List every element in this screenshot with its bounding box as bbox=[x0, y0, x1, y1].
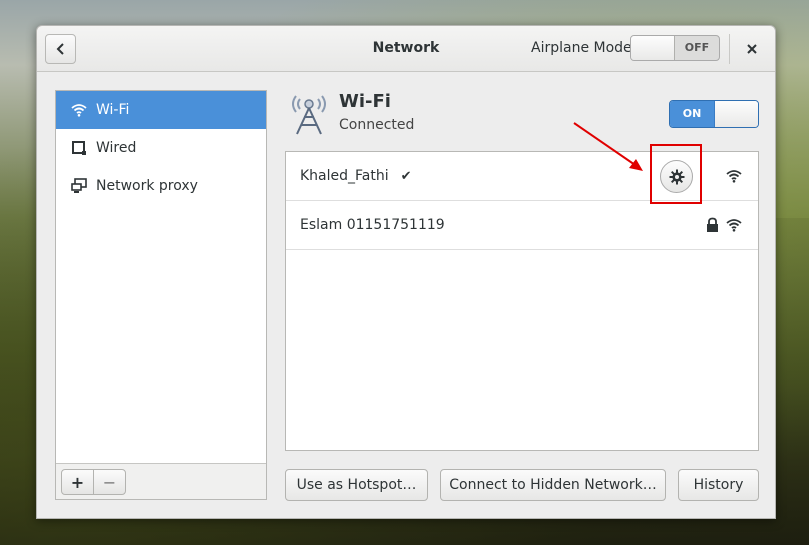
wifi-icon bbox=[70, 101, 88, 119]
network-proxy-icon bbox=[70, 177, 88, 195]
wifi-tower-icon bbox=[292, 95, 326, 135]
wifi-signal-icon bbox=[726, 170, 742, 183]
connected-check-icon: ✔ bbox=[400, 168, 412, 184]
sidebar-item-network-proxy[interactable]: Network proxy bbox=[56, 167, 266, 205]
history-button[interactable]: History bbox=[678, 469, 759, 501]
header-separator bbox=[729, 34, 730, 64]
switch-knob bbox=[631, 36, 675, 60]
network-ssid: Eslam 01151751119 bbox=[300, 217, 445, 233]
use-as-hotspot-button[interactable]: Use as Hotspot… bbox=[285, 469, 428, 501]
sidebar-item-wifi[interactable]: Wi-Fi bbox=[56, 91, 266, 129]
sidebar-item-label: Wired bbox=[96, 140, 137, 156]
wifi-connection-status: Connected bbox=[339, 117, 415, 133]
wifi-switch-state: ON bbox=[670, 101, 714, 127]
network-row-eslam[interactable]: Eslam 01151751119 bbox=[286, 201, 758, 250]
sidebar-item-label: Wi-Fi bbox=[96, 102, 130, 118]
switch-knob bbox=[714, 101, 758, 127]
lock-icon bbox=[707, 217, 718, 232]
network-row-khaled-fathi[interactable]: Khaled_Fathi ✔ bbox=[286, 144, 758, 204]
airplane-mode-label: Airplane Mode bbox=[531, 40, 632, 56]
connect-hidden-network-button[interactable]: Connect to Hidden Network… bbox=[440, 469, 666, 501]
sidebar-toolbar: + − bbox=[56, 463, 266, 499]
airplane-mode-switch[interactable]: OFF bbox=[630, 35, 720, 61]
device-list: Wi-Fi Wired Network proxy bbox=[56, 91, 266, 205]
wifi-power-switch[interactable]: ON bbox=[669, 100, 759, 128]
add-connection-button[interactable]: + bbox=[61, 469, 94, 495]
network-settings-window: Network Airplane Mode OFF Wi-Fi Wired Ne… bbox=[36, 25, 776, 519]
remove-connection-button[interactable]: − bbox=[93, 469, 126, 495]
sidebar-item-label: Network proxy bbox=[96, 178, 198, 194]
network-settings-button[interactable] bbox=[660, 160, 693, 193]
sidebar-item-wired[interactable]: Wired bbox=[56, 129, 266, 167]
close-icon bbox=[747, 44, 757, 54]
close-button[interactable] bbox=[740, 37, 764, 61]
gear-icon bbox=[669, 169, 684, 184]
header-bar: Network Airplane Mode OFF bbox=[37, 26, 775, 72]
network-ssid: Khaled_Fathi bbox=[300, 168, 389, 184]
airplane-switch-state: OFF bbox=[684, 41, 710, 54]
wifi-device-title: Wi-Fi bbox=[339, 91, 391, 112]
device-sidebar: Wi-Fi Wired Network proxy + − bbox=[55, 90, 267, 500]
network-list: Khaled_Fathi ✔ Eslam 01151751119 bbox=[285, 144, 759, 451]
wired-icon bbox=[70, 139, 88, 157]
wifi-signal-icon bbox=[726, 219, 742, 232]
